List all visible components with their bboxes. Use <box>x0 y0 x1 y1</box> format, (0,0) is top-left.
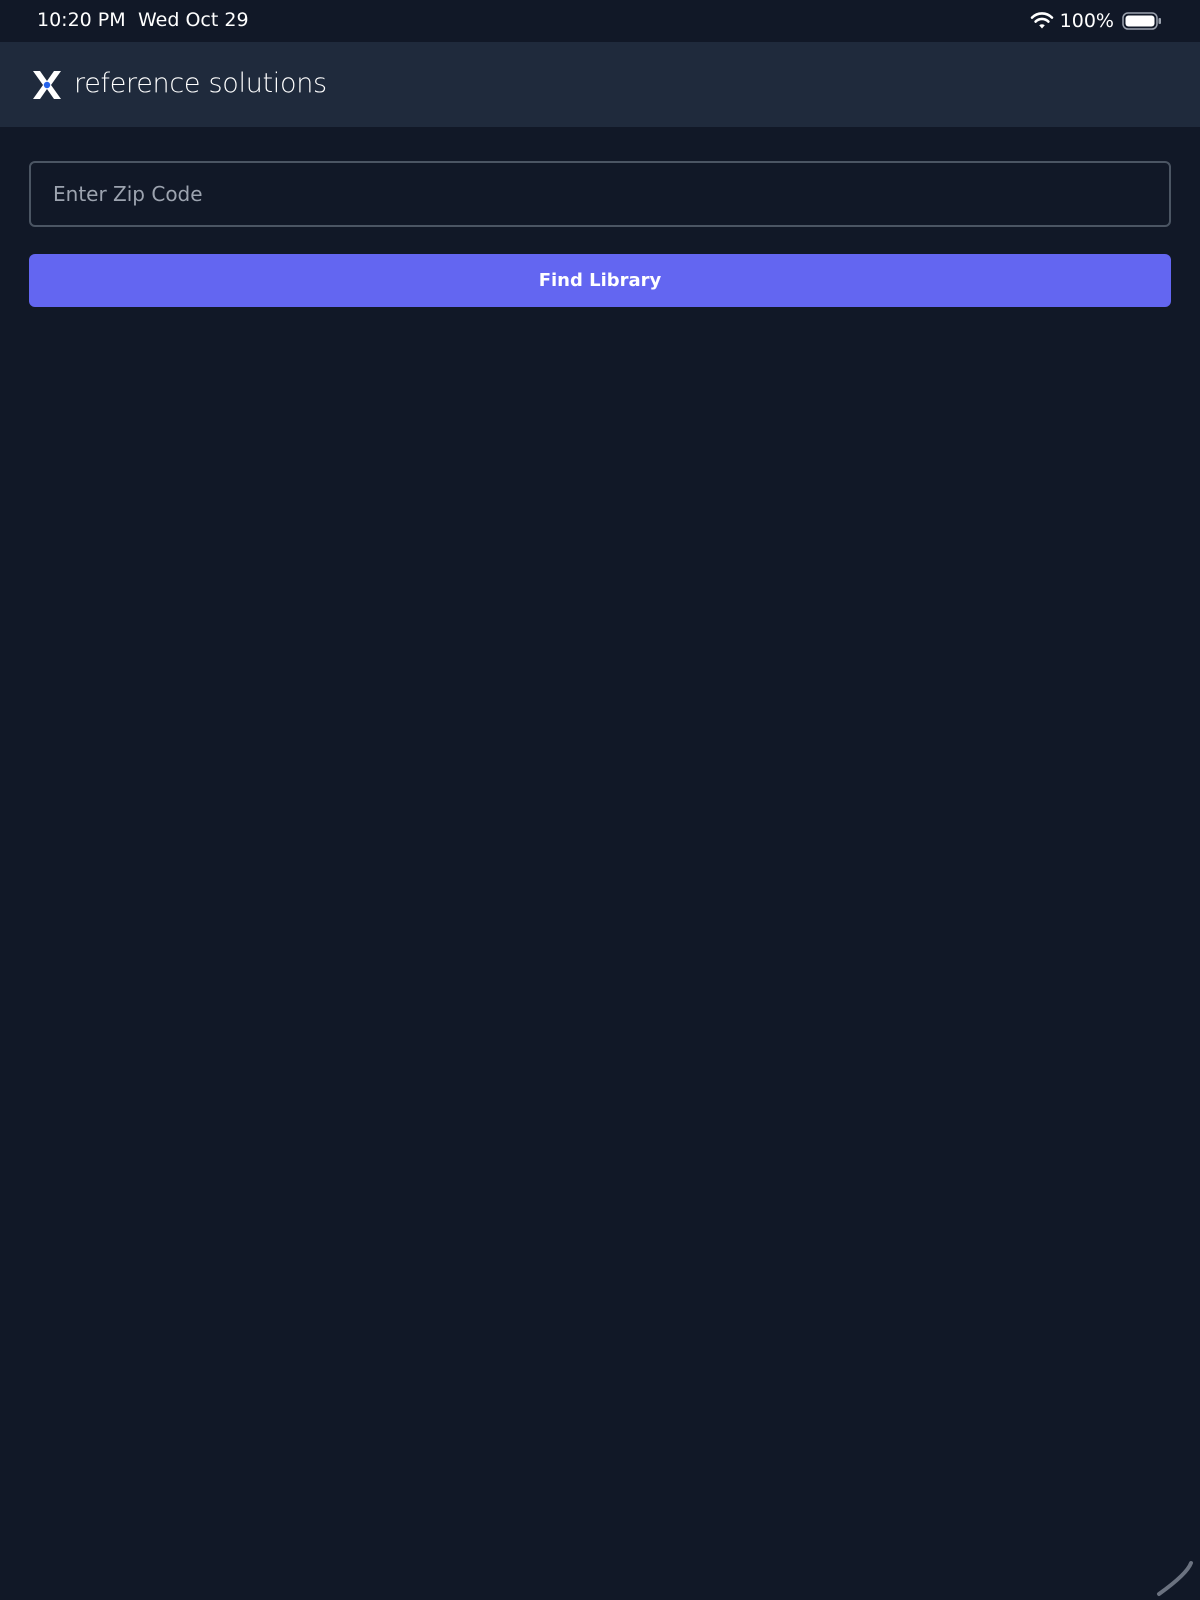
x-logo-icon <box>33 70 61 99</box>
status-indicators: 100% <box>1030 8 1162 34</box>
loading-spinner-icon <box>1157 1561 1193 1596</box>
battery-icon <box>1122 12 1161 30</box>
brand-name: reference solutions <box>74 68 327 99</box>
wifi-icon <box>1030 12 1053 29</box>
status-time: 10:20 PM <box>37 9 126 31</box>
battery-percent: 100% <box>1059 10 1114 32</box>
status-bar: 10:20 PM Wed Oct 29 100% <box>0 0 1200 42</box>
app-header: reference solutions <box>0 42 1200 127</box>
find-library-button[interactable]: Find Library <box>29 254 1171 307</box>
zip-code-input[interactable] <box>29 161 1171 227</box>
status-date: Wed Oct 29 <box>138 9 249 31</box>
